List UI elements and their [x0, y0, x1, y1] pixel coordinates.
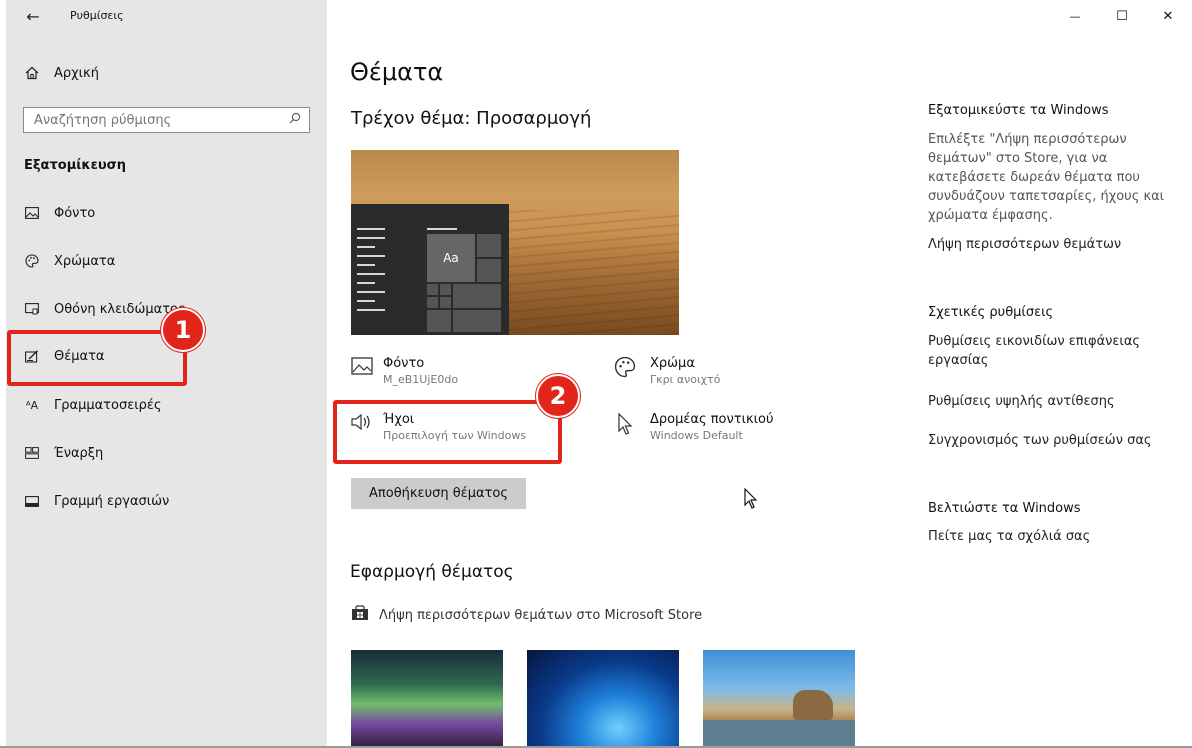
minimize-button[interactable]: — — [1052, 0, 1098, 32]
app-title: Ρυθμίσεις — [70, 9, 124, 22]
option-subtitle: Γκρι ανοιχτό — [650, 373, 721, 386]
feedback-link[interactable]: Πείτε μας τα σχόλιά σας — [928, 529, 1090, 544]
theme-thumbnail-windows[interactable] — [527, 650, 679, 748]
sidebar-item-label: Γραμμή εργασιών — [54, 493, 170, 509]
page-title: Θέματα — [350, 58, 444, 86]
option-title: Φόντο — [383, 356, 425, 371]
close-icon: ✕ — [1162, 8, 1174, 24]
annotation-box-sounds — [333, 400, 562, 464]
get-more-themes-link[interactable]: Λήψη περισσότερων θεμάτων — [928, 237, 1121, 252]
sidebar-item-start[interactable]: Έναρξη — [6, 433, 327, 473]
palette-icon — [612, 356, 638, 386]
search-icon[interactable] — [289, 112, 301, 127]
option-title: Χρώμα — [650, 356, 695, 371]
sidebar-item-label: Έναρξη — [54, 445, 104, 461]
save-theme-button[interactable]: Αποθήκευση θέματος — [351, 478, 526, 509]
related-settings-title: Σχετικές ρυθμίσεις — [928, 305, 1054, 320]
mouse-cursor-option[interactable]: Δρομέας ποντικιού Windows Default — [612, 412, 774, 442]
sidebar-item-label: Αρχική — [54, 65, 99, 81]
annotation-badge-2: 2 — [536, 374, 580, 418]
related-link-desktop-icons[interactable]: Ρυθμίσεις εικονιδίων επιφάνειας εργασίας — [928, 332, 1168, 370]
related-link-sync[interactable]: Συγχρονισμός των ρυθμίσεών σας — [928, 433, 1152, 448]
sidebar-section-title: Εξατομίκευση — [24, 158, 126, 173]
background-option[interactable]: Φόντο M_eB1UjE0do — [349, 356, 458, 386]
theme-thumbnail-beach[interactable] — [703, 650, 855, 748]
start-icon — [23, 447, 41, 459]
option-subtitle: M_eB1UjE0do — [383, 373, 459, 386]
maximize-button[interactable]: ☐ — [1099, 0, 1145, 32]
start-menu-list — [357, 228, 385, 318]
search-input[interactable] — [24, 108, 284, 132]
theme-thumbnail-aurora[interactable] — [351, 650, 503, 748]
preview-tile: Aa — [427, 234, 475, 282]
start-menu-preview: Aa — [351, 204, 509, 335]
apply-theme-heading: Εφαρμογή θέματος — [350, 562, 514, 582]
lock-screen-icon — [23, 303, 41, 315]
personalize-title: Εξατομικεύστε τα Windows — [928, 103, 1109, 118]
palette-icon — [23, 254, 41, 268]
back-button[interactable]: ← — [18, 4, 48, 28]
start-menu-tiles: Aa — [427, 234, 503, 334]
personalize-text: Επιλέξτε "Λήψη περισσότερων θεμάτων" στο… — [928, 132, 1165, 223]
mouse-cursor-icon — [744, 487, 758, 515]
minimize-icon: — — [1069, 9, 1081, 23]
theme-preview: Aa — [351, 150, 679, 335]
sidebar-item-label: Φόντο — [54, 205, 96, 221]
annotation-box-themes — [7, 330, 187, 386]
mouse-pointer-icon — [612, 412, 638, 442]
sidebar-item-label: Χρώματα — [54, 253, 116, 269]
sidebar-item-taskbar[interactable]: Γραμμή εργασιών — [6, 481, 327, 521]
store-link-label: Λήψη περισσότερων θεμάτων στο Microsoft … — [379, 607, 703, 623]
store-bag-icon — [351, 605, 369, 625]
maximize-icon: ☐ — [1116, 8, 1128, 24]
sidebar-item-colors[interactable]: Χρώματα — [6, 241, 327, 281]
improve-windows-title: Βελτιώστε τα Windows — [928, 501, 1081, 516]
picture-icon — [23, 207, 41, 219]
back-arrow-icon: ← — [26, 6, 40, 26]
related-link-high-contrast[interactable]: Ρυθμίσεις υψηλής αντίθεσης — [928, 394, 1115, 409]
picture-icon — [349, 356, 375, 386]
sidebar-item-background[interactable]: Φόντο — [6, 193, 327, 233]
sidebar-item-home[interactable]: Αρχική — [6, 53, 327, 93]
sidebar-item-label: Γραμματοσειρές — [54, 397, 162, 413]
sidebar-item-fonts[interactable]: ᴬA Γραμματοσειρές — [6, 385, 327, 425]
color-option[interactable]: Χρώμα Γκρι ανοιχτό — [612, 356, 720, 386]
home-icon — [23, 66, 41, 80]
store-link[interactable]: Λήψη περισσότερων θεμάτων στο Microsoft … — [351, 605, 702, 625]
fonts-icon: ᴬA — [25, 398, 39, 412]
taskbar-icon — [23, 495, 41, 507]
annotation-badge-1: 1 — [161, 308, 205, 352]
option-subtitle: Windows Default — [650, 429, 743, 442]
close-button[interactable]: ✕ — [1145, 0, 1191, 32]
option-title: Δρομέας ποντικιού — [650, 412, 774, 427]
current-theme-label: Τρέχον θέμα: Προσαρμογή — [351, 108, 592, 129]
search-box[interactable] — [23, 107, 310, 133]
